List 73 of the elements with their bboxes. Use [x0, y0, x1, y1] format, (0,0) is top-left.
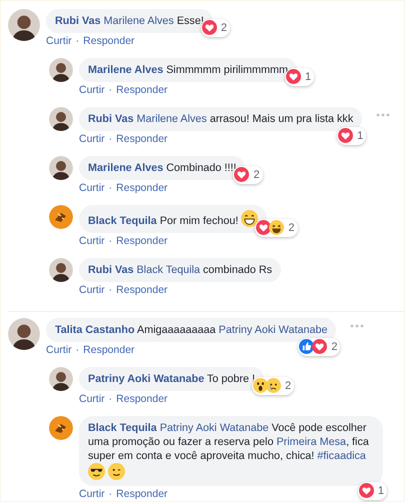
- mention-link[interactable]: Marilene Alves: [104, 15, 174, 27]
- author-link[interactable]: Rubi Vas: [88, 113, 134, 125]
- hashtag-link[interactable]: #ficaadica: [317, 450, 366, 462]
- separator-dot: ·: [108, 182, 112, 195]
- separator-dot: ·: [108, 393, 112, 406]
- avatar[interactable]: [49, 156, 73, 180]
- avatar[interactable]: [49, 107, 73, 131]
- mention-link[interactable]: Primeira Mesa: [276, 436, 346, 448]
- separator-dot: ·: [108, 235, 112, 248]
- reaction-number: 2: [220, 20, 227, 36]
- reply-link[interactable]: Responder: [116, 488, 168, 501]
- author-link[interactable]: Black Tequila: [88, 215, 157, 227]
- laughing-face-icon: [269, 220, 284, 236]
- comment-bubble: Marilene Alves Combinado !!!!: [79, 156, 246, 180]
- author-link[interactable]: Patriny Aoki Watanabe: [88, 373, 204, 385]
- separator-dot: ·: [108, 133, 112, 146]
- brand-logo-avatar[interactable]: [49, 416, 73, 440]
- crying-face-icon: [266, 378, 282, 394]
- avatar[interactable]: [8, 9, 40, 41]
- comment-bubble: Talita Castanho Amigaaaaaaaaa Patriny Aoki Watanabe: [46, 318, 336, 342]
- comment-bubble: Black Tequila Por mim fechou!: [79, 205, 268, 233]
- surprised-face-icon: [253, 378, 268, 394]
- author-link[interactable]: Rubi Vas: [88, 264, 134, 276]
- like-link[interactable]: Curtir: [79, 284, 105, 297]
- comment-bubble: Rubi Vas Marilene Alves arrasou! Mais um pra lista kkk: [79, 107, 362, 131]
- like-link[interactable]: Curtir: [79, 235, 105, 248]
- reply-link[interactable]: Responder: [83, 35, 135, 48]
- reaction-number: 1: [378, 484, 384, 498]
- sunglasses-face-icon: [88, 463, 105, 480]
- reply-link[interactable]: Responder: [116, 133, 168, 146]
- comment-bubble: Rubi Vas Black Tequila combinado Rs: [79, 258, 282, 282]
- reaction-number: 1: [357, 128, 364, 144]
- author-link[interactable]: Marilene Alves: [88, 64, 164, 76]
- separator-dot: ·: [76, 35, 80, 48]
- comment-bubble: Marilene Alves Simmmmm pirilimmmmm: [79, 58, 297, 82]
- author-link[interactable]: Talita Castanho: [55, 324, 135, 336]
- reaction-number: 2: [288, 220, 295, 236]
- author-link[interactable]: Marilene Alves: [88, 162, 164, 174]
- like-link[interactable]: Curtir: [79, 488, 105, 501]
- avatar[interactable]: [49, 58, 73, 82]
- brand-logo-avatar[interactable]: [49, 205, 73, 229]
- reply-link[interactable]: Responder: [116, 284, 168, 297]
- avatar[interactable]: [49, 258, 73, 282]
- reply-link[interactable]: Responder: [116, 393, 168, 406]
- reaction-number: 2: [331, 340, 338, 354]
- comment-bubble: Black Tequila Patriny Aoki Watanabe Você pode escolher uma promoção ou fazer a reserva pelo Primeira Mesa, fica super em conta e você aproveita mucho, chica! #ficaadica: [79, 416, 383, 486]
- avatar[interactable]: [49, 367, 73, 391]
- like-link[interactable]: Curtir: [79, 182, 105, 195]
- separator-dot: ·: [108, 284, 112, 297]
- reply-link[interactable]: Responder: [116, 182, 168, 195]
- separator-dot: ·: [76, 344, 80, 357]
- reaction-number: 2: [253, 168, 260, 182]
- mention-link[interactable]: Patriny Aoki Watanabe: [160, 422, 269, 434]
- separator-dot: ·: [108, 84, 112, 97]
- mention-link[interactable]: Marilene Alves: [136, 113, 207, 125]
- like-link[interactable]: Curtir: [79, 133, 105, 146]
- mention-link[interactable]: Patriny Aoki Watanabe: [218, 324, 328, 336]
- reaction-number: 2: [285, 378, 292, 394]
- like-link[interactable]: Curtir: [46, 344, 72, 357]
- mention-link[interactable]: Black Tequila: [136, 264, 200, 276]
- reply-link[interactable]: Responder: [116, 235, 168, 248]
- separator-dot: ·: [108, 488, 112, 501]
- like-link[interactable]: Curtir: [79, 393, 105, 406]
- comment-bubble: Rubi Vas Marilene Alves Esse!: [46, 9, 213, 33]
- winking-face-icon: [108, 463, 125, 480]
- author-link[interactable]: Rubi Vas: [55, 15, 101, 27]
- like-link[interactable]: Curtir: [79, 84, 105, 97]
- avatar[interactable]: [8, 318, 40, 350]
- author-link[interactable]: Black Tequila: [88, 422, 157, 434]
- reply-link[interactable]: Responder: [83, 344, 135, 357]
- reaction-number: 1: [304, 70, 312, 84]
- like-link[interactable]: Curtir: [46, 35, 72, 48]
- reply-link[interactable]: Responder: [116, 84, 168, 97]
